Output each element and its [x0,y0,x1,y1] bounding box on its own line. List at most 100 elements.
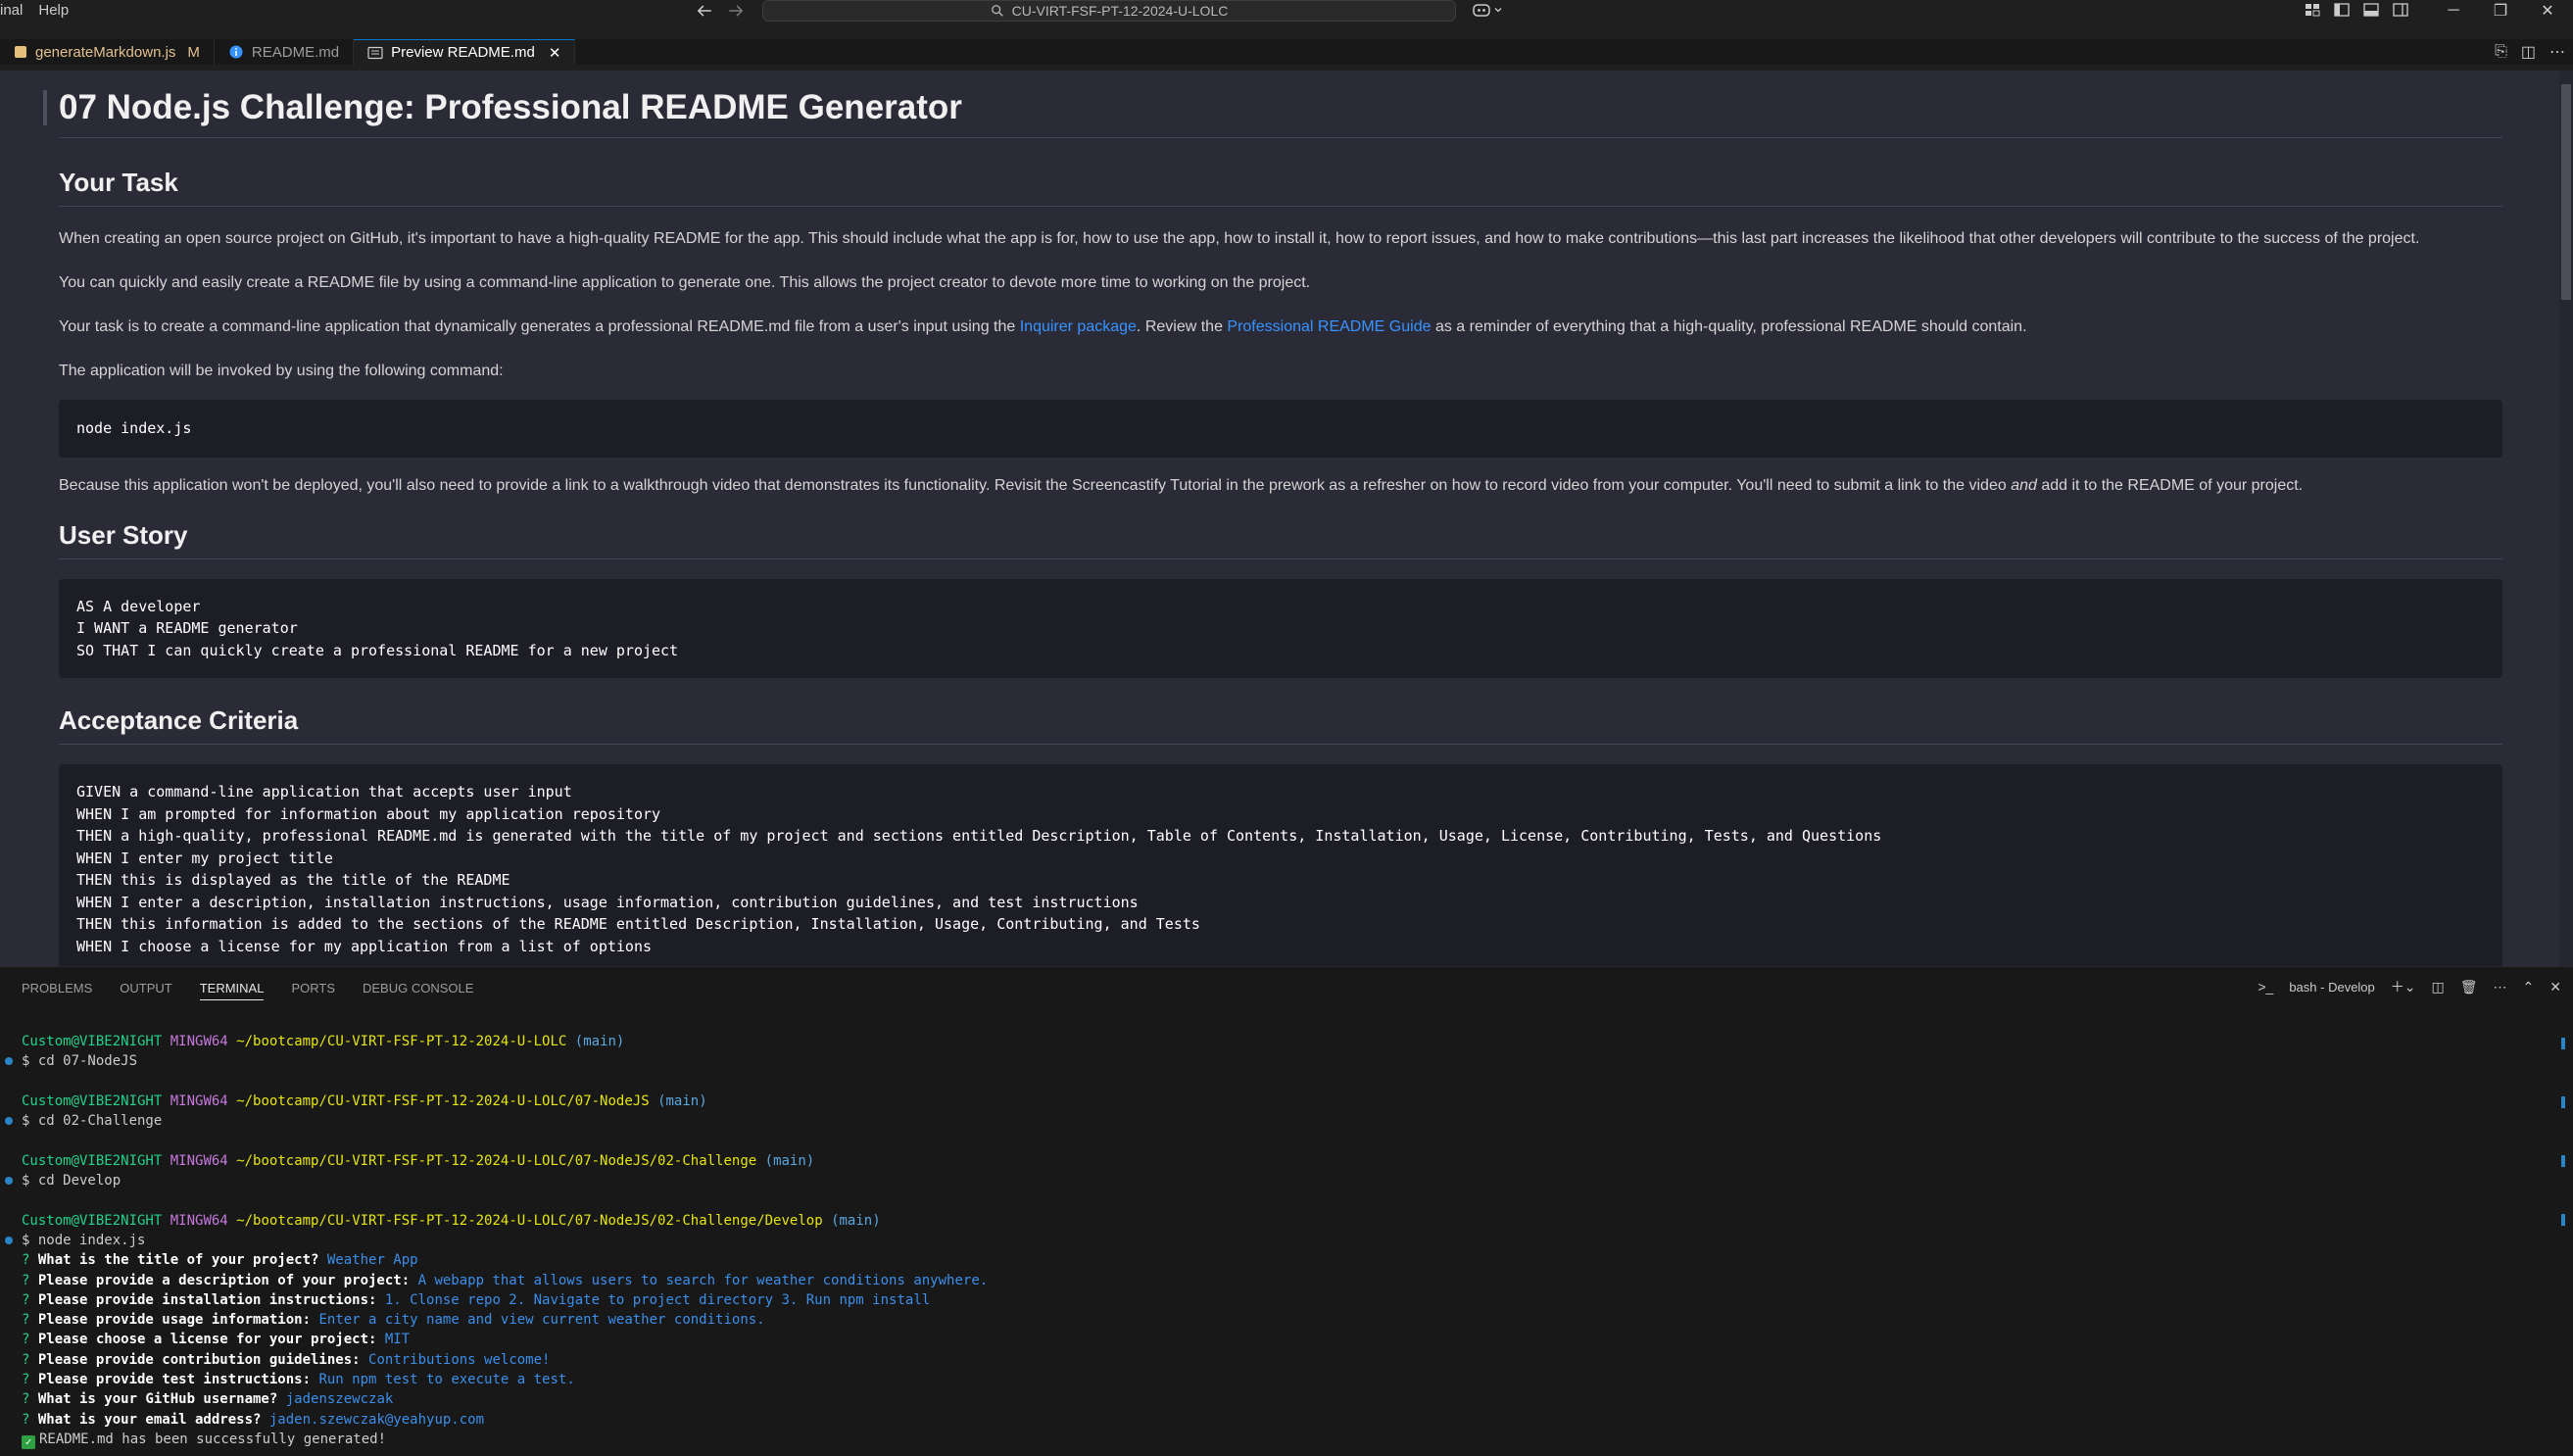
command-text: $ cd Develop [22,1173,121,1189]
scrollbar-thumb[interactable] [2561,84,2571,300]
cwd-path: ~/bootcamp/CU-VIRT-FSF-PT-12-2024-U-LOLC… [236,1212,823,1229]
tab-output[interactable]: OUTPUT [120,981,171,1000]
focus-indicator [43,90,47,125]
success-message: README.md has been successfully generate… [39,1431,387,1447]
preview-content: 07 Node.js Challenge: Professional READM… [59,71,2502,966]
paragraph-command: The application will be invoked by using… [59,363,504,379]
split-terminal-icon[interactable]: ◫ [2432,979,2445,995]
command-line: $ cd 07-NodeJS [0,1051,2548,1071]
title-bar: inal Help CU-VIRT-FSF-PT-12-2024-U-LOLC … [0,0,2573,22]
toggle-panel-icon[interactable] [2361,1,2381,19]
open-source-icon[interactable]: ⎘ [2495,43,2507,61]
kill-terminal-icon[interactable]: 🗑 [2460,979,2478,995]
paragraph-task: Your task is to create a command-line ap… [59,316,2502,338]
prompt-answer: jadenszewczak [285,1391,394,1408]
prompt-answer: Enter a city name and view current weath… [318,1312,765,1329]
minimize-icon[interactable]: ─ [2430,0,2477,22]
paragraph-quick: You can quickly and easily create a READ… [59,274,1311,291]
close-panel-icon[interactable]: ✕ [2549,979,2561,995]
tab-ports[interactable]: PORTS [291,981,335,1000]
close-tab-icon[interactable]: ✕ [549,44,561,62]
prompt-question: Please choose a license for your project… [37,1332,377,1348]
inquirer-prompt: ? Please provide installation instructio… [22,1291,931,1308]
tab-terminal[interactable]: TERMINAL [199,981,265,1000]
code-block-user-story: AS A developer I WANT a README generator… [59,578,2502,678]
panel-tabs: PROBLEMS OUTPUT TERMINAL PORTS DEBUG CON… [22,981,473,1000]
tab-readme[interactable]: README.md [214,39,355,65]
prompt-question: What is the title of your project? [37,1252,319,1269]
toggle-primary-sidebar-icon[interactable] [2332,1,2352,19]
check-mark-icon: ✓ [22,1434,35,1449]
new-terminal-icon[interactable]: ＋⌄ [2391,977,2416,996]
git-branch: (main) [831,1212,881,1229]
tab-debug-console[interactable]: DEBUG CONSOLE [363,981,473,1000]
terminal-name[interactable]: bash - Develop [2289,980,2374,995]
command-text: $ cd 02-Challenge [22,1113,163,1130]
readme-guide-link[interactable]: Professional README Guide [1227,318,1431,335]
scroll-marker [2561,1214,2565,1226]
paragraph-intro: When creating an open source project on … [59,230,2420,247]
prompt-line: Custom@VIBE2NIGHT MINGW64 ~/bootcamp/CU-… [0,1151,2548,1171]
split-editor-icon[interactable]: ◫ [2521,42,2536,62]
preview-icon [367,46,383,59]
command-status-dot[interactable] [5,1057,13,1066]
user-host: Custom@VIBE2NIGHT [22,1034,163,1049]
copilot-button[interactable] [1472,2,1503,18]
text: as a reminder of everything that a high-… [1431,318,2027,335]
prompt-line: Custom@VIBE2NIGHT MINGW64 ~/bootcamp/CU-… [0,1092,2548,1111]
scroll-marker [2561,1038,2565,1049]
tab-preview-readme[interactable]: Preview README.md ✕ [354,39,576,65]
tab-problems[interactable]: PROBLEMS [22,981,92,1000]
editor-tab-bar: generateMarkdown.js M README.md Preview … [0,39,2573,65]
layout-controls [2303,1,2410,19]
prompt-line: Custom@VIBE2NIGHT MINGW64 ~/bootcamp/CU-… [0,1032,2548,1051]
menu-item-terminal[interactable]: inal [0,0,30,22]
user-host: Custom@VIBE2NIGHT [22,1212,163,1229]
prompt-answer: Run npm test to execute a test. [318,1372,575,1388]
inquirer-prompt: ? What is your GitHub username? jadensze… [22,1391,394,1408]
more-actions-icon[interactable]: ⋯ [2549,42,2565,62]
menu-item-help[interactable]: Help [30,0,76,22]
tab-label: README.md [251,43,340,61]
prompt-question: Please provide installation instructions… [37,1291,377,1308]
paragraph-video: Because this application won't be deploy… [59,475,2502,497]
heading-user-story: User Story [59,520,2502,559]
git-branch: (main) [657,1092,707,1109]
terminal-output[interactable]: Custom@VIBE2NIGHT MINGW64 ~/bootcamp/CU-… [0,1032,2548,1449]
command-line: $ cd Develop [0,1171,2548,1190]
command-line: $ cd 02-Challenge [0,1111,2548,1131]
command-center-search[interactable]: CU-VIRT-FSF-PT-12-2024-U-LOLC [762,0,1456,22]
tab-generate-markdown[interactable]: generateMarkdown.js M [0,39,215,65]
inquirer-link[interactable]: Inquirer package [1020,318,1137,335]
scroll-marker [2561,1155,2565,1167]
emphasis: and [2011,476,2037,494]
maximize-panel-icon[interactable]: ⌃ [2523,979,2535,995]
git-branch: (main) [764,1152,815,1169]
command-status-dot[interactable] [5,1117,13,1126]
shell-name: MINGW64 [170,1092,228,1109]
markdown-preview[interactable]: 07 Node.js Challenge: Professional READM… [0,71,2573,966]
command-status-dot[interactable] [5,1236,13,1244]
text: . Review the [1136,318,1228,335]
page-title: 07 Node.js Challenge: Professional READM… [59,88,2502,138]
customize-layout-icon[interactable] [2303,1,2322,19]
toggle-secondary-sidebar-icon[interactable] [2391,1,2410,19]
preview-scrollbar[interactable] [2559,71,2573,966]
command-status-dot[interactable] [5,1177,13,1186]
restore-icon[interactable]: ❐ [2477,0,2524,22]
git-branch: (main) [574,1034,625,1049]
code-block-acceptance-criteria: GIVEN a command-line application that ac… [59,764,2502,966]
close-window-icon[interactable]: ✕ [2524,0,2571,22]
forward-arrow-icon[interactable] [727,2,745,20]
scroll-marker [2561,1096,2565,1108]
prompt-line: Custom@VIBE2NIGHT MINGW64 ~/bootcamp/CU-… [0,1211,2548,1231]
back-arrow-icon[interactable] [696,2,713,20]
prompt-question: Please provide a description of your pro… [37,1272,411,1288]
inquirer-prompt: ? Please provide usage information: Ente… [22,1312,765,1329]
prompt-answer: jaden.szewczak@yeahyup.com [268,1411,485,1428]
prompt-answer: Contributions welcome! [368,1351,551,1368]
more-actions-icon[interactable]: ⋯ [2494,979,2507,995]
text: add it to the README of your project. [2036,476,2304,494]
prompt-answer: A webapp that allows users to search for… [417,1272,989,1288]
